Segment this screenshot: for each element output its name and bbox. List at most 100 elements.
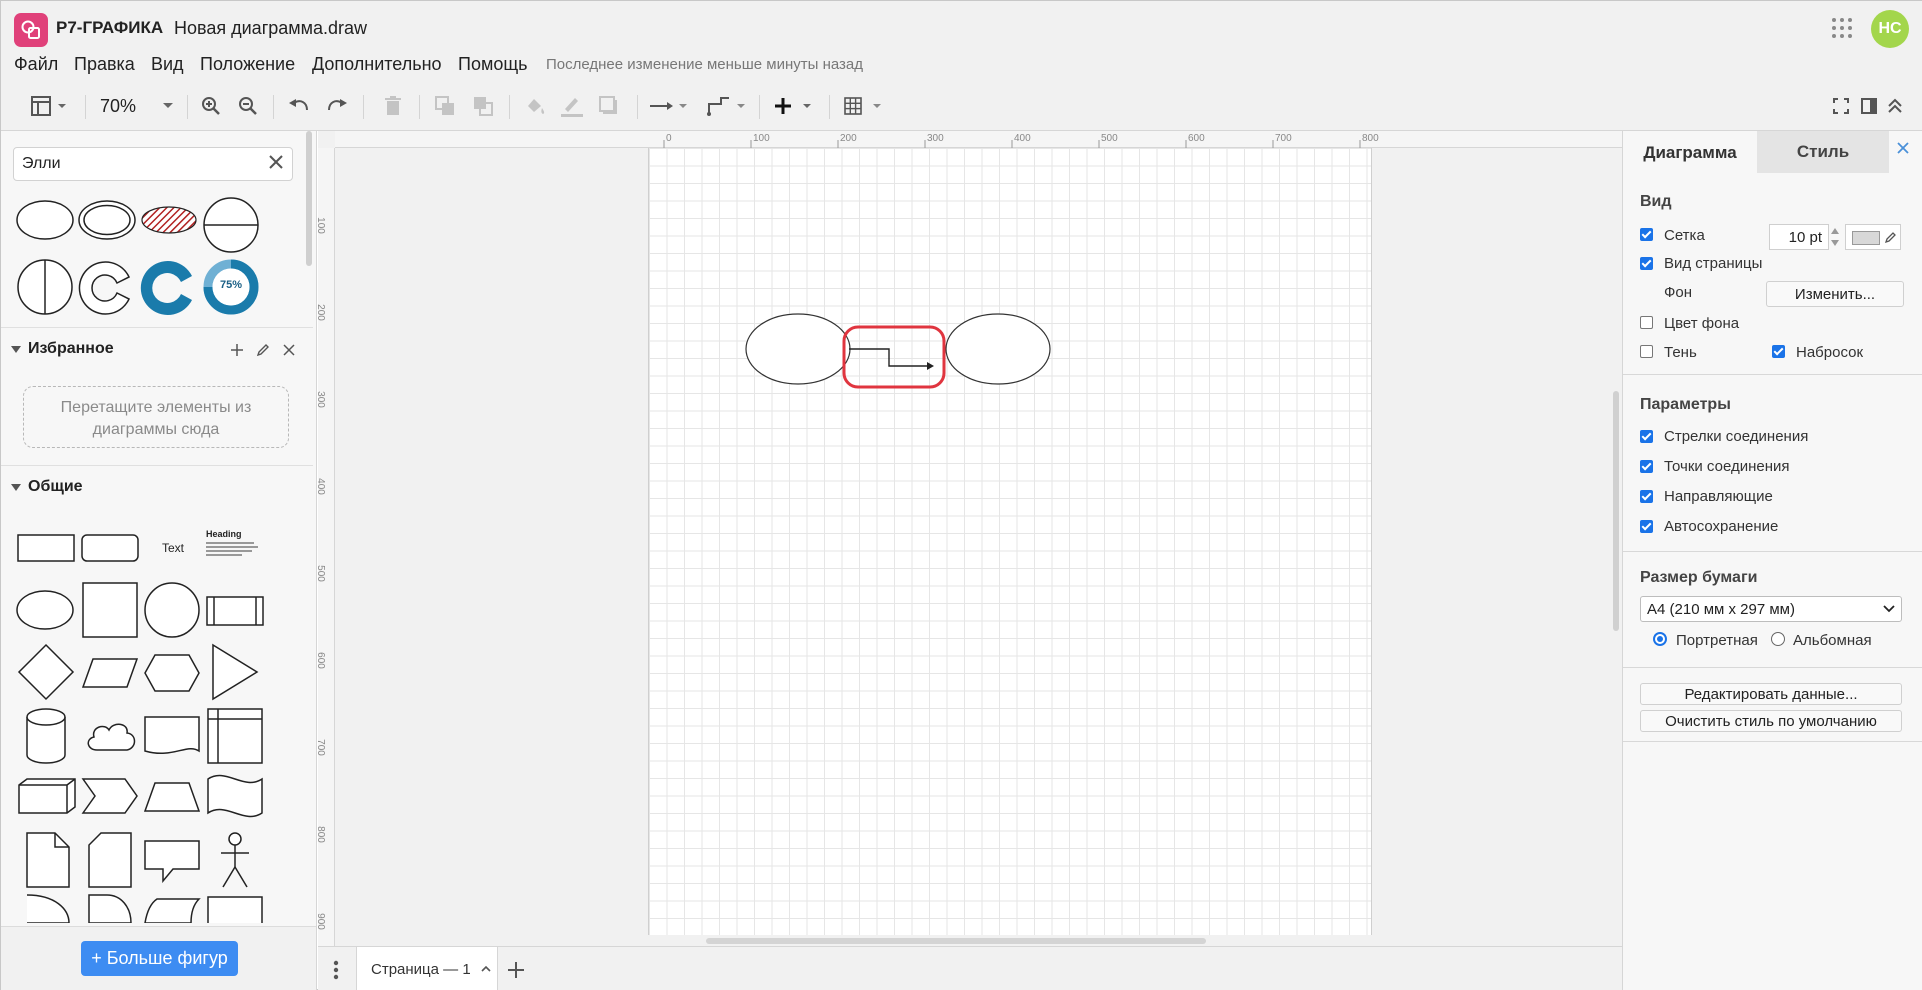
shape-search-input[interactable] — [13, 147, 293, 181]
to-front-icon[interactable] — [433, 93, 457, 119]
cylinder-shape[interactable] — [25, 707, 67, 765]
sidebar-scrollbar[interactable] — [306, 131, 312, 266]
edit-icon[interactable] — [256, 343, 270, 357]
redo-icon[interactable] — [325, 93, 349, 119]
close-icon[interactable] — [282, 343, 296, 357]
page-sheet[interactable] — [648, 148, 1372, 935]
more-shapes-button[interactable]: + Больше фигур — [81, 941, 238, 976]
add-page-icon[interactable] — [506, 960, 526, 980]
favorites-section-header[interactable]: Избранное — [1, 327, 313, 371]
text-shape[interactable]: Text — [146, 531, 200, 565]
favorites-drop-zone[interactable]: Перетащите элементы из диаграммы сюда — [23, 386, 289, 448]
clear-default-style-button[interactable]: Очистить стиль по умолчанию — [1640, 710, 1902, 732]
general-section-header[interactable]: Общие — [1, 465, 313, 509]
pages-menu-icon[interactable] — [333, 960, 339, 980]
card-shape[interactable] — [87, 831, 133, 889]
blue-arc-shape[interactable] — [139, 257, 199, 317]
hatched-ellipse-shape[interactable] — [139, 199, 199, 241]
process-shape[interactable] — [206, 595, 264, 627]
bg-color-checkbox[interactable] — [1640, 316, 1653, 329]
grid-color-picker[interactable] — [1845, 224, 1901, 250]
close-panel-icon[interactable] — [1896, 141, 1916, 161]
waypoints-icon[interactable] — [705, 93, 749, 119]
vertical-scrollbar[interactable] — [1613, 391, 1619, 631]
zoom-select[interactable]: 70% — [97, 93, 177, 119]
grid-checkbox[interactable] — [1640, 228, 1653, 241]
vertical-split-circle-shape[interactable] — [15, 257, 75, 317]
document-title[interactable]: Новая диаграмма.draw — [174, 18, 367, 39]
tab-style[interactable]: Стиль — [1757, 131, 1889, 173]
internal-storage-shape[interactable] — [206, 707, 264, 765]
portrait-radio[interactable] — [1653, 632, 1667, 646]
apps-grid-icon[interactable] — [1831, 17, 1853, 39]
chevron-up-icon[interactable] — [481, 965, 491, 973]
hexagon-shape[interactable] — [143, 653, 201, 693]
landscape-radio[interactable] — [1771, 632, 1785, 646]
page-tab[interactable]: Страница — 1 — [356, 947, 498, 990]
actor-shape[interactable] — [215, 831, 255, 889]
line-color-icon[interactable] — [559, 93, 585, 119]
page-view-checkbox[interactable] — [1640, 257, 1653, 270]
container-shape[interactable] — [206, 895, 264, 923]
horizontal-scrollbar[interactable] — [706, 938, 1206, 944]
menu-arrange[interactable]: Положение — [200, 54, 295, 75]
shadow-icon[interactable] — [597, 93, 621, 119]
or-shape[interactable] — [25, 893, 73, 923]
format-panel-icon[interactable] — [1859, 93, 1879, 119]
partial-ring-shape[interactable] — [77, 257, 137, 317]
data-storage-shape[interactable] — [143, 897, 201, 923]
delete-icon[interactable] — [381, 93, 405, 119]
menu-file[interactable]: Файл — [14, 54, 58, 75]
document-shape[interactable] — [143, 715, 201, 759]
circle-shape[interactable] — [143, 581, 201, 639]
horizontal-split-circle-shape[interactable] — [201, 195, 261, 255]
undo-icon[interactable] — [287, 93, 311, 119]
shadow-checkbox[interactable] — [1640, 345, 1653, 358]
fullscreen-icon[interactable] — [1831, 93, 1851, 119]
note-shape[interactable] — [25, 831, 71, 889]
add-icon[interactable] — [230, 343, 244, 357]
autosave-checkbox[interactable] — [1640, 520, 1653, 533]
table-icon[interactable] — [843, 93, 887, 119]
callout-shape[interactable] — [143, 839, 201, 883]
guides-checkbox[interactable] — [1640, 490, 1653, 503]
diamond-shape[interactable] — [17, 643, 75, 701]
rounded-rectangle-shape[interactable] — [81, 531, 139, 565]
edit-data-button[interactable]: Редактировать данные... — [1640, 683, 1902, 705]
cloud-shape[interactable] — [83, 717, 139, 757]
user-avatar[interactable]: НС — [1871, 10, 1909, 48]
layout-icon[interactable] — [29, 93, 73, 119]
triangle-shape[interactable] — [211, 643, 259, 701]
to-back-icon[interactable] — [471, 93, 495, 119]
menu-edit[interactable]: Правка — [74, 54, 135, 75]
double-ellipse-shape[interactable] — [77, 199, 137, 241]
fill-color-icon[interactable] — [523, 93, 547, 119]
heading-text-shape[interactable]: Heading — [206, 529, 262, 569]
ellipse-shape[interactable] — [15, 589, 75, 631]
menu-view[interactable]: Вид — [151, 54, 184, 75]
rectangle-shape[interactable] — [17, 531, 75, 565]
zoom-in-icon[interactable] — [199, 93, 223, 119]
grid-size-input[interactable] — [1769, 224, 1829, 250]
diagram-canvas[interactable]: 0 100 200 300 400 500 600 700 800 100 20… — [315, 131, 1622, 946]
parallelogram-shape[interactable] — [81, 656, 139, 690]
diagram-connector[interactable] — [849, 348, 927, 367]
change-background-button[interactable]: Изменить... — [1766, 281, 1904, 307]
ellipse-shape[interactable] — [15, 199, 75, 241]
zoom-out-icon[interactable] — [236, 93, 260, 119]
clear-search-icon[interactable] — [269, 155, 287, 173]
spinner-arrows-icon[interactable] — [1829, 224, 1841, 250]
sketch-checkbox[interactable] — [1772, 345, 1785, 358]
square-shape[interactable] — [81, 581, 139, 639]
step-shape[interactable] — [81, 777, 139, 815]
cube-shape[interactable] — [17, 777, 77, 815]
connection-points-checkbox[interactable] — [1640, 460, 1653, 473]
donut-chart-shape[interactable]: 75% — [201, 257, 261, 317]
paper-size-select[interactable]: A4 (210 мм x 297 мм) — [1640, 596, 1902, 622]
connection-arrows-checkbox[interactable] — [1640, 430, 1653, 443]
menu-extras[interactable]: Дополнительно — [312, 54, 442, 75]
trapezoid-shape[interactable] — [143, 781, 201, 813]
delay-shape[interactable] — [87, 893, 135, 923]
tape-shape[interactable] — [206, 771, 264, 821]
diagram-ellipse-left[interactable] — [745, 313, 851, 385]
